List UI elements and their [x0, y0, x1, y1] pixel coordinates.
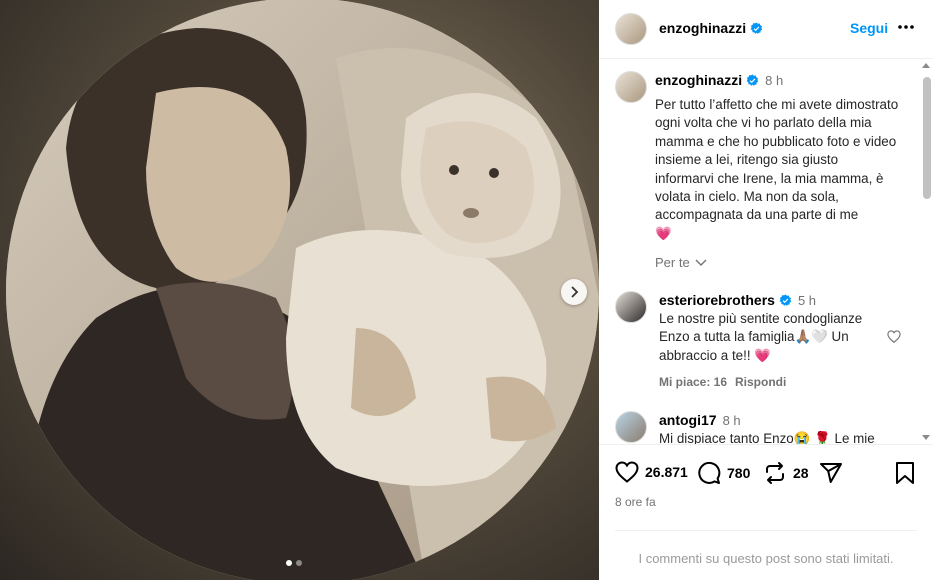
like-button[interactable]: 26.871 [615, 461, 688, 483]
comment-button[interactable]: 780 [697, 461, 750, 485]
comment-text: Le nostre più sentite condoglianze Enzo … [659, 310, 884, 365]
verified-badge-icon [779, 294, 792, 306]
comment-like-button[interactable] [887, 330, 901, 348]
comment-username[interactable]: antogi17 [659, 412, 717, 428]
sepia-photo-illustration [6, 0, 599, 580]
caption-body: Per tutto l’affetto che mi avete dimostr… [655, 97, 899, 223]
post-side-panel: enzoghinazzi Segui enzoghinazzi 8 h Per t… [599, 0, 933, 580]
more-icon [898, 25, 914, 29]
chevron-right-icon [571, 286, 579, 298]
verified-badge-icon [750, 22, 763, 34]
reposts-count: 28 [793, 465, 809, 481]
verified-badge-icon [746, 74, 759, 86]
more-options-button[interactable] [897, 18, 915, 41]
follow-button[interactable]: Segui [850, 20, 888, 36]
scroll-up-arrow[interactable] [922, 63, 930, 68]
comment-likes-count[interactable]: Mi piace: 16 [659, 375, 727, 389]
caption-text: Per tutto l’affetto che mi avete dimostr… [655, 96, 900, 243]
bookmark-icon [896, 462, 914, 484]
post-header: enzoghinazzi Segui [599, 0, 933, 59]
post-photo[interactable] [6, 0, 599, 580]
heart-icon [615, 461, 639, 483]
carousel-indicator [286, 560, 302, 566]
caption-author-line: enzoghinazzi 8 h [655, 72, 783, 90]
caption-author-avatar[interactable] [615, 71, 647, 103]
share-button[interactable] [819, 461, 843, 485]
comment-avatar[interactable] [615, 411, 647, 443]
repost-button[interactable]: 28 [763, 461, 809, 485]
translate-link[interactable]: Per te [655, 255, 707, 270]
comment-time: 8 h [722, 413, 741, 428]
comments-count: 780 [727, 465, 751, 481]
carousel-dot-active [286, 560, 292, 566]
comment-avatar[interactable] [615, 291, 647, 323]
comments-scroll-area[interactable]: enzoghinazzi 8 h Per tutto l’affetto che … [599, 59, 933, 444]
caption-author-username[interactable]: enzoghinazzi [655, 72, 742, 88]
comment-text: Mi dispiace tanto Enzo😭 🌹 Le mie [659, 431, 875, 444]
likes-count: 26.871 [645, 464, 688, 480]
share-icon [820, 463, 842, 483]
next-media-button[interactable] [561, 279, 587, 305]
author-username[interactable]: enzoghinazzi [659, 20, 746, 36]
repost-icon [766, 462, 784, 484]
comment-text-line: Enzo a tutta la famiglia🙏🏽🤍 Un [659, 329, 849, 345]
post-media[interactable] [0, 0, 599, 580]
scroll-down-arrow[interactable] [922, 435, 930, 440]
comments-scrollbar[interactable] [919, 59, 933, 444]
post-date[interactable]: 8 ore fa [615, 495, 656, 509]
comments-limited-notice: I commenti su questo post sono stati lim… [638, 551, 894, 566]
comment-author-line: antogi17 8 h [659, 412, 741, 428]
caption-time: 8 h [765, 73, 784, 88]
comment-icon [698, 461, 721, 484]
author-line: enzoghinazzi [659, 20, 763, 38]
comment-text-line: abbraccio a te!! 💗 [659, 347, 771, 363]
caption-emoji: 💗 [655, 225, 672, 241]
scrollbar-thumb[interactable] [923, 77, 931, 199]
carousel-dot [296, 560, 302, 566]
comment-text-line: Le nostre più sentite condoglianze [659, 311, 863, 326]
comment-reply-button[interactable]: Rispondi [735, 375, 786, 389]
heart-outline-icon [887, 330, 901, 344]
comment-username[interactable]: esteriorebrothers [659, 292, 775, 308]
author-avatar[interactable] [615, 13, 647, 45]
chevron-down-icon [695, 259, 707, 266]
footer-divider [615, 530, 917, 531]
translate-label: Per te [655, 255, 690, 270]
comment-time: 5 h [797, 293, 817, 308]
save-button[interactable] [895, 461, 915, 485]
comment-author-line: esteriorebrothers 5 h [659, 292, 816, 308]
